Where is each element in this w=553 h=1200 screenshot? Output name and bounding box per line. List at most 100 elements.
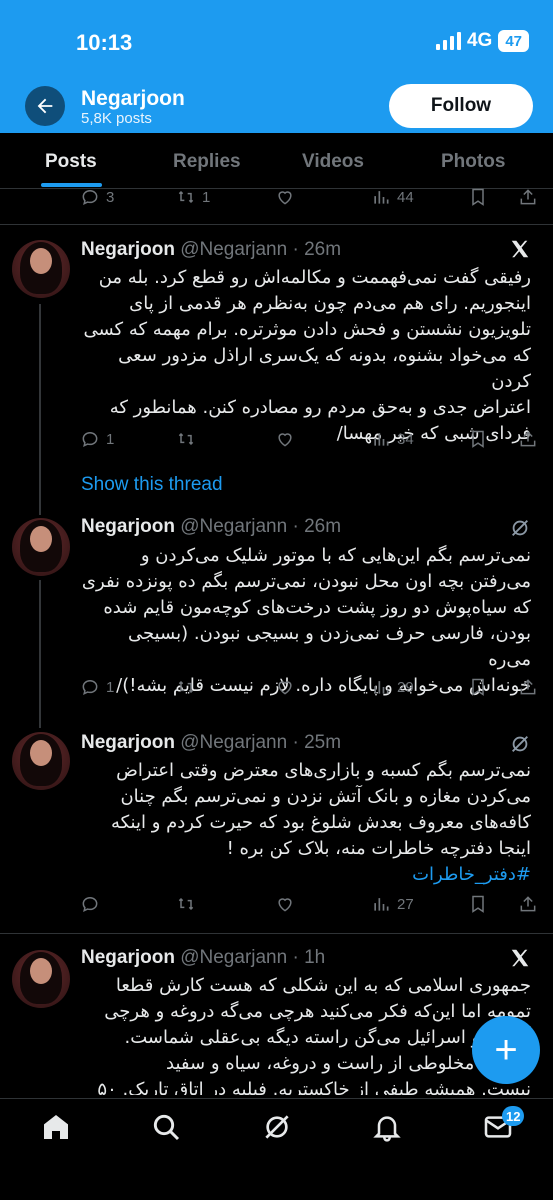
reply-icon (82, 189, 98, 206)
tab-posts[interactable]: Posts (45, 151, 97, 173)
heart-icon (278, 898, 292, 912)
share-button[interactable] (518, 187, 538, 207)
author-name[interactable]: Negarjoon (81, 516, 175, 537)
tweet-time: · 1h (292, 947, 326, 968)
views-chart-icon (374, 433, 389, 446)
bookmark-icon (472, 430, 484, 448)
author-handle: @Negarjann (180, 516, 288, 537)
author-name[interactable]: Negarjoon (81, 732, 175, 753)
avatar[interactable] (12, 518, 70, 576)
profile-name: Negarjoon (81, 87, 185, 110)
back-button[interactable] (25, 86, 65, 126)
repost-button[interactable] (176, 429, 196, 449)
bookmark-button[interactable] (468, 429, 488, 449)
tweet-line: جمهوری اسلامی که به این شکلی که هست کارش… (115, 975, 531, 996)
author-name[interactable]: Negarjoon (81, 239, 175, 260)
tweet-line: اینجوریم. رای هم می‌دم چون به‌نظرم هر قد… (129, 293, 531, 314)
avatar[interactable] (12, 950, 70, 1008)
like-button[interactable] (275, 429, 295, 449)
tweet-actions: 1 34 (80, 429, 540, 455)
tweet-line: که می‌خواد بشنوه، بدونه که یک‌سری اراذل … (118, 345, 531, 392)
author-handle: @Negarjann (180, 732, 288, 753)
share-icon (520, 431, 536, 447)
reply-count: 3 (106, 188, 115, 206)
x-logo-icon (511, 949, 529, 967)
reply-button[interactable] (80, 894, 100, 914)
tab-photos[interactable]: Photos (441, 151, 505, 173)
views-count: 44 (397, 188, 414, 206)
share-button[interactable] (518, 894, 538, 914)
profile-tabs: Posts Replies Videos Photos (0, 133, 553, 189)
signal-icon (435, 32, 461, 50)
divider (0, 933, 553, 934)
tweet-line: که سیاه‌پوش دو روز پشت درخت‌های کوچه‌مون… (103, 597, 531, 618)
share-icon (520, 896, 536, 912)
views-button[interactable]: 44 (371, 187, 414, 207)
avatar[interactable] (12, 732, 70, 790)
tweet-line: بودن، فارسی حرف نمی‌زدن و بسیجی نبودن. (… (128, 623, 531, 670)
repost-icon (178, 680, 194, 694)
views-button[interactable]: 34 (371, 429, 414, 449)
share-button[interactable] (518, 429, 538, 449)
reply-button[interactable]: 1 (80, 429, 114, 449)
hashtag-link[interactable]: #دفتر_خاطرات (81, 862, 531, 888)
tweet-line: آمریکا و اسرائیل می‌گن راسته دیگه بی‌عقل… (124, 1027, 531, 1048)
reply-icon (82, 431, 98, 448)
tab-videos[interactable]: Videos (302, 151, 364, 173)
slashed-circle-icon (512, 736, 528, 752)
tweet-header: Negarjoon @Negarjann · 25m (81, 732, 341, 754)
profile-header: 10:13 4G 47 Negarjoon 5,8K posts Follow (0, 0, 553, 133)
home-icon[interactable] (40, 1111, 72, 1143)
bookmark-button[interactable] (468, 894, 488, 914)
tweet-time: · 25m (292, 732, 342, 753)
grok-icon[interactable] (261, 1111, 293, 1143)
share-icon (520, 679, 536, 695)
share-button[interactable] (518, 677, 538, 697)
tweet-line: نمی‌ترسم بگم این‌هایی که با موتور شلیک م… (140, 545, 531, 566)
avatar[interactable] (12, 240, 70, 298)
show-thread-link[interactable]: Show this thread (81, 474, 223, 496)
author-name[interactable]: Negarjoon (81, 947, 175, 968)
views-count: 27 (397, 895, 414, 913)
thread-line (39, 580, 41, 728)
tweet-text: رفیقی گفت نمی‌فهممت و مکالمه‌اش رو قطع ک… (81, 265, 531, 447)
reply-button[interactable]: 3 (80, 187, 114, 207)
search-icon[interactable] (150, 1111, 182, 1143)
tweet-text: جمهوری اسلامی که به این شکلی که هست کارش… (81, 973, 531, 1095)
slashed-circle-icon (512, 520, 528, 536)
tweet-line: می‌کردن مغازه و بانک آتش نزدن و نمی‌ترسم… (120, 786, 531, 807)
bookmark-button[interactable] (468, 677, 488, 697)
divider (0, 224, 553, 225)
repost-button[interactable] (176, 677, 196, 697)
views-button[interactable]: 29 (371, 677, 414, 697)
like-button[interactable] (275, 677, 295, 697)
heart-icon (278, 433, 292, 447)
heart-icon (278, 681, 292, 695)
views-chart-icon (374, 191, 389, 204)
follow-button[interactable]: Follow (389, 84, 533, 128)
tweet-line: تمومه اما این‌که فکر می‌کنید هرچی می‌گه … (104, 1001, 531, 1022)
messages-badge: 12 (502, 1106, 525, 1126)
views-chart-icon (374, 681, 389, 694)
compose-button[interactable]: + (472, 1016, 540, 1084)
bookmark-icon (472, 188, 484, 206)
bookmark-button[interactable] (468, 187, 488, 207)
repost-button[interactable] (176, 894, 196, 914)
repost-icon (178, 432, 194, 446)
tweet-text: نمی‌ترسم بگم کسبه و بازاری‌های معترض وقت… (81, 758, 531, 888)
repost-button[interactable]: 1 (176, 187, 210, 207)
status-time: 10:13 (76, 30, 133, 55)
like-button[interactable] (275, 894, 295, 914)
reply-icon (82, 679, 98, 696)
notifications-bell-icon[interactable] (371, 1111, 403, 1143)
like-button[interactable] (275, 187, 295, 207)
views-button[interactable]: 27 (371, 894, 414, 914)
tweet-header: Negarjoon @Negarjann · 1h (81, 947, 325, 969)
reply-button[interactable]: 1 (80, 677, 114, 697)
tweet-header: Negarjoon @Negarjann · 26m (81, 516, 341, 538)
bookmark-icon (472, 678, 484, 696)
tweet-time: · 26m (292, 239, 342, 260)
tab-replies[interactable]: Replies (173, 151, 241, 173)
repost-icon (178, 897, 194, 911)
tweet-line: اینجا دفترچه خاطرات منه، بلاک کن بره ! (226, 838, 531, 859)
